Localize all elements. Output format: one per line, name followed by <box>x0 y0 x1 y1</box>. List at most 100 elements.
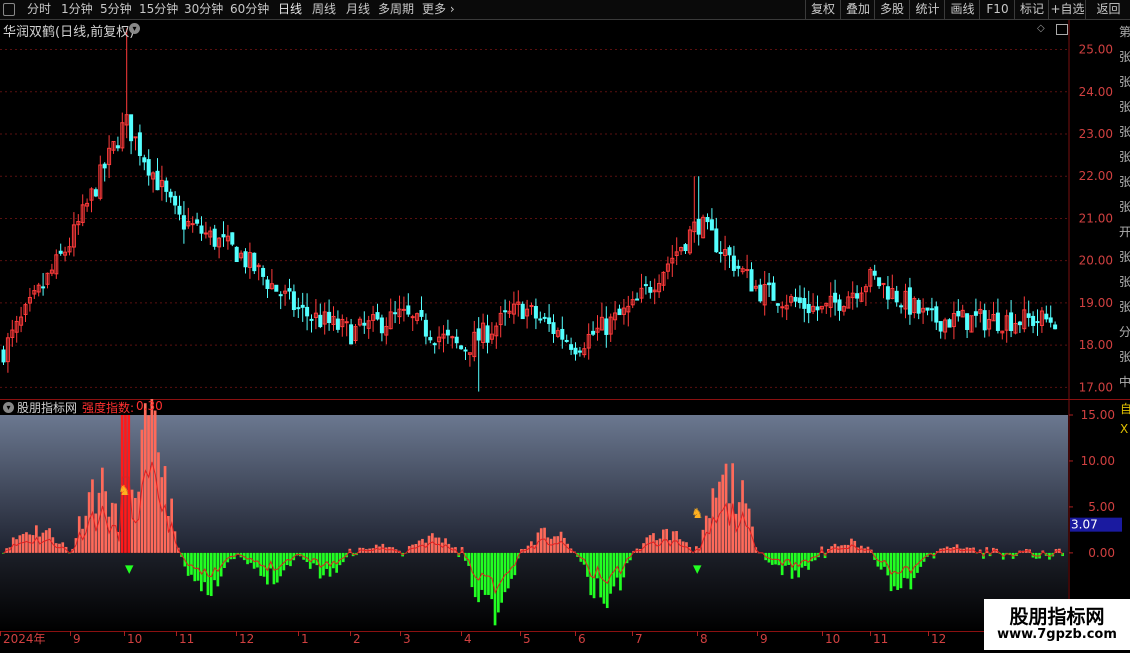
candle-body <box>767 282 772 286</box>
time-label: 6 <box>578 632 586 646</box>
candle-body <box>261 267 266 277</box>
indicator-bar <box>609 552 612 594</box>
time-label: 10 <box>825 632 840 646</box>
price-tick-label: 18.00 <box>1079 338 1113 352</box>
indicator-panel[interactable]: 15.00 10.00 5.00 0.00 3.07 自 X ♞ ♞ ▼ ▼ ▾ 股朋指标网 强度指… <box>0 387 1130 631</box>
toolbar-button-4[interactable]: 画线 <box>944 0 980 19</box>
candle-body <box>533 305 538 319</box>
price-tick-label: 21.00 <box>1079 211 1113 225</box>
layout-toggle-icon[interactable] <box>1056 24 1068 35</box>
window-square-icon[interactable] <box>3 3 15 16</box>
indicator-bar <box>150 387 154 553</box>
candle-body <box>635 298 640 301</box>
candle-body <box>934 306 939 323</box>
kline-chart[interactable]: 25.00 24.00 23.00 22.00 21.00 20.00 19.00 18.00… <box>0 20 1130 400</box>
candle-body <box>195 219 200 224</box>
tab-5[interactable]: 60分钟 <box>230 2 269 17</box>
time-label: 9 <box>760 632 768 646</box>
period-toolbar: 分时 1分钟 5分钟 15分钟 30分钟 60分钟 日线 周线 月线 多周期 更多 › 复权 叠加 多股… <box>0 0 1130 20</box>
tab-6[interactable]: 日线 <box>278 2 302 17</box>
candle-body <box>894 290 899 303</box>
candle-body <box>683 244 688 252</box>
tab-9[interactable]: 多周期 <box>378 2 414 17</box>
candle-body <box>318 314 323 328</box>
tab-0[interactable]: 分时 <box>27 2 51 17</box>
toolbar-button-7[interactable]: +自选 <box>1048 0 1086 19</box>
value-tick-label: 10.00 <box>1081 454 1115 468</box>
candle-body <box>797 297 802 303</box>
indicator-bar <box>325 552 329 569</box>
indicator-bar <box>137 491 140 553</box>
chevron-down-icon[interactable]: ▾ <box>129 23 140 34</box>
side-label: X <box>1120 422 1128 436</box>
tab-1[interactable]: 1分钟 <box>61 2 93 17</box>
candle-body <box>476 328 481 341</box>
toolbar-button-6[interactable]: 标记 <box>1014 0 1049 19</box>
side-label: 张 <box>1119 100 1130 114</box>
candle-body <box>230 232 235 245</box>
toolbar-button-5[interactable]: F10 <box>979 0 1015 19</box>
candle-body <box>877 277 882 287</box>
candle-body <box>718 251 723 254</box>
candle-body <box>727 247 732 256</box>
indicator-bar <box>147 415 150 553</box>
candle-body <box>520 303 525 320</box>
side-label: 张 <box>1119 275 1130 289</box>
time-axis: 2024年 9 10 11 12 1 2 3 4 5 6 7 8 9 10 11 12 <box>0 631 1130 650</box>
toolbar-button-0[interactable]: 复权 <box>805 0 840 19</box>
candle-body <box>731 255 736 271</box>
kline-panel[interactable]: 25.00 24.00 23.00 22.00 21.00 20.00 19.00 18.00… <box>0 20 1130 400</box>
toolbar-button-3[interactable]: 统计 <box>909 0 945 19</box>
tab-7[interactable]: 周线 <box>312 2 336 17</box>
toolbar-button-1[interactable]: 叠加 <box>840 0 875 19</box>
tab-2[interactable]: 5分钟 <box>100 2 132 17</box>
value-tick-label: 15.00 <box>1081 408 1115 422</box>
candle-body <box>173 195 178 206</box>
diamond-icon[interactable]: ◇ <box>1037 23 1045 34</box>
time-label: 5 <box>523 632 531 646</box>
price-tick-label: 22.00 <box>1079 169 1113 183</box>
candle-body <box>278 294 283 297</box>
indicator-bar <box>434 537 437 553</box>
price-tick-label: 19.00 <box>1079 296 1113 310</box>
candle-body <box>291 291 296 311</box>
time-label: 11 <box>179 632 194 646</box>
tab-10[interactable]: 更多 › <box>422 2 455 17</box>
indicator-bar <box>487 552 490 595</box>
tab-8[interactable]: 月线 <box>346 2 370 17</box>
side-label: 开 <box>1119 225 1130 239</box>
indicator-bar <box>906 552 909 579</box>
candle-body <box>393 312 398 315</box>
indicator-bar <box>213 552 216 581</box>
time-label: 10 <box>127 632 142 646</box>
indicator-bar <box>15 539 18 553</box>
candle-body <box>1035 321 1040 324</box>
toolbar-button-8[interactable]: 返回 <box>1085 0 1130 19</box>
candle-body <box>419 310 424 317</box>
toolbar-button-2[interactable]: 多股 <box>874 0 909 19</box>
candle-body <box>573 347 578 355</box>
price-tick-label: 17.00 <box>1079 380 1113 394</box>
indicator-bar <box>38 536 41 553</box>
candle-body <box>115 145 120 149</box>
collapse-icon[interactable]: ▾ <box>3 402 14 413</box>
buy-signal-icon: ♞ <box>118 483 131 499</box>
indicator-bar <box>708 518 711 553</box>
candle-body <box>401 308 406 311</box>
candle-body <box>542 316 547 319</box>
tab-4[interactable]: 30分钟 <box>184 2 223 17</box>
indicator-bar <box>556 536 560 553</box>
candle-body <box>806 303 811 314</box>
indicator-chart[interactable]: 15.00 10.00 5.00 0.00 3.07 自X ♞ ♞ ▼ ▼ <box>0 387 1130 631</box>
candle-body <box>287 288 292 292</box>
tab-3[interactable]: 15分钟 <box>139 2 178 17</box>
indicator-bar <box>721 474 725 553</box>
candle-body <box>648 287 653 293</box>
candle-body <box>714 228 719 253</box>
candle-body <box>837 299 842 311</box>
side-label: 张 <box>1119 200 1130 214</box>
candle-body <box>485 325 490 343</box>
indicator-bar <box>440 542 444 553</box>
candle-body <box>212 228 217 247</box>
indicator-bar <box>803 552 807 566</box>
